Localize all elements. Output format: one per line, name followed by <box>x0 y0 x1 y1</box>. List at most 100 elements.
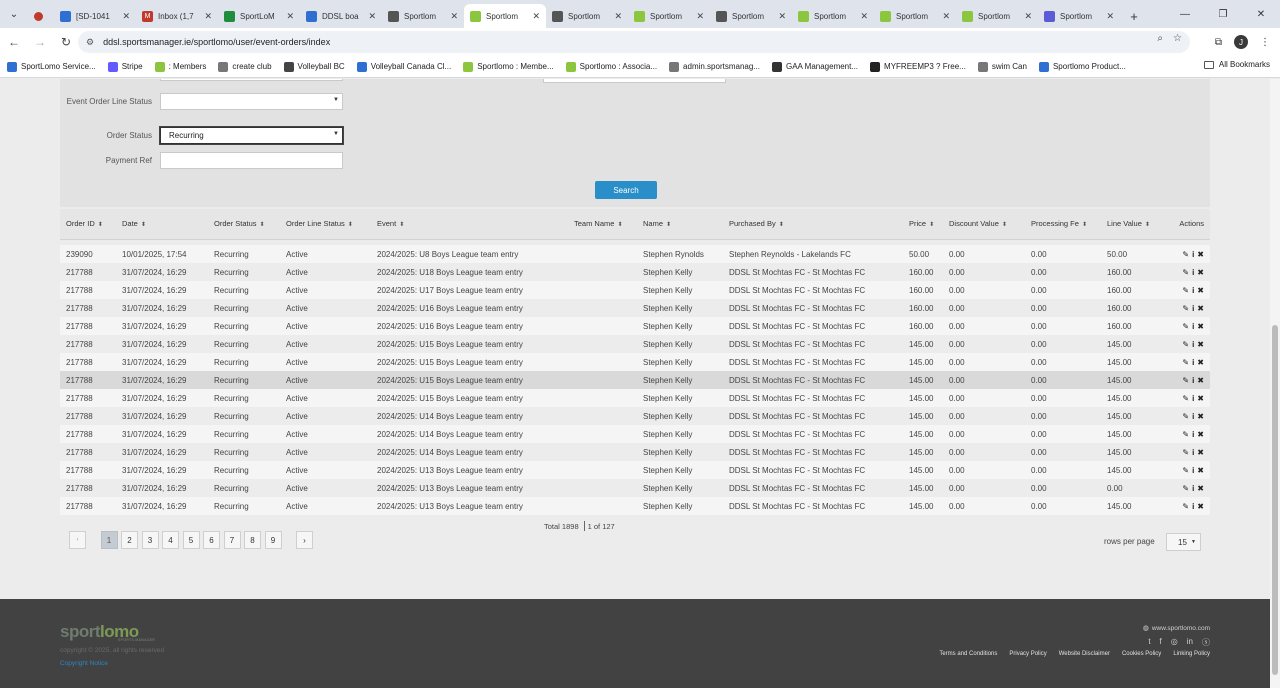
browser-tab[interactable]: Sportlom ✕ <box>792 4 874 28</box>
column-header[interactable]: Processing Fe ⬍ <box>1025 209 1101 240</box>
close-tab-icon[interactable]: ✕ <box>860 11 868 22</box>
page-button[interactable]: 8 <box>244 531 261 549</box>
column-header[interactable]: Line Value ⬍ <box>1101 209 1171 240</box>
info-icon[interactable]: i <box>1192 466 1194 475</box>
column-header[interactable]: Team Name ⬍ <box>568 209 637 240</box>
delete-icon[interactable]: ✖ <box>1197 304 1204 313</box>
info-icon[interactable]: i <box>1192 286 1194 295</box>
footer-link[interactable]: Terms and Conditions <box>939 651 997 657</box>
table-row[interactable]: 217788 31/07/2024, 16:29 Recurring Active 20… <box>60 263 1210 281</box>
browser-tab[interactable] <box>28 4 54 28</box>
edit-icon[interactable]: ✎ <box>1182 322 1189 331</box>
close-tab-icon[interactable]: ✕ <box>286 11 294 22</box>
column-header[interactable]: Order Status ⬍ <box>208 209 280 240</box>
column-header[interactable]: Order ID ⬍ <box>60 209 116 240</box>
table-row[interactable]: 217788 31/07/2024, 16:29 Recurring Active 20… <box>60 317 1210 335</box>
edit-icon[interactable]: ✎ <box>1182 502 1189 511</box>
payment-ref-input[interactable] <box>160 152 343 169</box>
delete-icon[interactable]: ✖ <box>1197 358 1204 367</box>
next-page-button[interactable]: › <box>296 531 313 549</box>
browser-tab[interactable]: Sportlom ✕ <box>874 4 956 28</box>
extensions-icon[interactable]: ⧉ <box>1215 37 1222 48</box>
close-tab-icon[interactable]: ✕ <box>1106 11 1114 22</box>
page-button[interactable]: 4 <box>162 531 179 549</box>
forward-icon[interactable]: → <box>28 30 52 54</box>
edit-icon[interactable]: ✎ <box>1182 412 1189 421</box>
sort-icon[interactable]: ⬍ <box>1082 222 1087 228</box>
new-tab-button[interactable]: + <box>1120 4 1148 28</box>
column-header[interactable]: Purchased By ⬍ <box>723 209 903 240</box>
table-row[interactable]: 217788 31/07/2024, 16:29 Recurring Active 20… <box>60 281 1210 299</box>
bookmark-star-icon[interactable]: ☆ <box>1173 33 1182 44</box>
sort-icon[interactable]: ⬍ <box>1002 222 1007 228</box>
close-tab-icon[interactable]: ✕ <box>778 11 786 22</box>
sort-icon[interactable]: ⬍ <box>399 222 404 228</box>
browser-tab[interactable]: Sportlom ✕ <box>628 4 710 28</box>
reload-icon[interactable]: ↻ <box>54 30 78 54</box>
minimize-icon[interactable]: — <box>1166 0 1204 28</box>
sort-icon[interactable]: ⬍ <box>929 222 934 228</box>
browser-tab[interactable]: Sportlom ✕ <box>546 4 628 28</box>
info-icon[interactable]: i <box>1192 412 1194 421</box>
close-tab-icon[interactable]: ✕ <box>614 11 622 22</box>
skype-icon[interactable]: ⓢ <box>1202 637 1210 648</box>
table-row[interactable]: 217788 31/07/2024, 16:29 Recurring Active 20… <box>60 353 1210 371</box>
close-tab-icon[interactable]: ✕ <box>942 11 950 22</box>
close-tab-icon[interactable]: ✕ <box>122 11 130 22</box>
edit-icon[interactable]: ✎ <box>1182 304 1189 313</box>
delete-icon[interactable]: ✖ <box>1197 322 1204 331</box>
order-status-select[interactable]: Recurring ▼ <box>160 127 343 144</box>
browser-menu-icon[interactable]: ⋮ <box>1260 37 1270 48</box>
bookmark-item[interactable]: GAA Management... <box>771 61 858 72</box>
prev-page-button[interactable]: ‹ <box>69 531 86 549</box>
zoom-icon[interactable]: ⌕ <box>1157 33 1163 44</box>
delete-icon[interactable]: ✖ <box>1197 412 1204 421</box>
close-tab-icon[interactable]: ✕ <box>204 11 212 22</box>
table-row[interactable]: 217788 31/07/2024, 16:29 Recurring Active 20… <box>60 461 1210 479</box>
browser-tab[interactable]: Sportlom ✕ <box>710 4 792 28</box>
browser-tab[interactable]: DDSL boa ✕ <box>300 4 382 28</box>
all-bookmarks-button[interactable]: All Bookmarks <box>1203 60 1270 69</box>
delete-icon[interactable]: ✖ <box>1197 448 1204 457</box>
url-field[interactable]: ⚙ ddsl.sportsmanager.ie/sportlomo/user/e… <box>78 31 1190 53</box>
info-icon[interactable]: i <box>1192 322 1194 331</box>
edit-icon[interactable]: ✎ <box>1182 268 1189 277</box>
edit-icon[interactable]: ✎ <box>1182 250 1189 259</box>
table-row[interactable]: 217788 31/07/2024, 16:29 Recurring Active 20… <box>60 407 1210 425</box>
page-button[interactable]: 7 <box>223 531 241 549</box>
bookmark-item[interactable]: MYFREEMP3 ? Free... <box>870 61 966 72</box>
twitter-icon[interactable]: t <box>1148 637 1150 648</box>
linkedin-icon[interactable]: in <box>1187 637 1193 648</box>
browser-tab[interactable]: Sportlom ✕ <box>1038 4 1120 28</box>
table-row[interactable]: 217788 31/07/2024, 16:29 Recurring Active 20… <box>60 497 1210 515</box>
info-icon[interactable]: i <box>1192 358 1194 367</box>
table-row[interactable]: 217788 31/07/2024, 16:29 Recurring Active 20… <box>60 389 1210 407</box>
delete-icon[interactable]: ✖ <box>1197 286 1204 295</box>
delete-icon[interactable]: ✖ <box>1197 502 1204 511</box>
table-row[interactable]: 217788 31/07/2024, 16:29 Recurring Active 20… <box>60 335 1210 353</box>
info-icon[interactable]: i <box>1192 268 1194 277</box>
sort-icon[interactable]: ⬍ <box>98 222 103 228</box>
close-tab-icon[interactable]: ✕ <box>532 11 540 22</box>
info-icon[interactable]: i <box>1192 250 1194 259</box>
footer-link[interactable]: Linking Policy <box>1173 651 1210 657</box>
page-button[interactable]: 1 <box>100 531 118 549</box>
web-icon[interactable]: ◎ <box>1171 637 1178 648</box>
footer-link[interactable]: Website Disclaimer <box>1059 651 1110 657</box>
info-icon[interactable]: i <box>1192 430 1194 439</box>
info-icon[interactable]: i <box>1192 376 1194 385</box>
column-header[interactable]: Name ⬍ <box>637 209 723 240</box>
event-order-line-status-select[interactable]: ▼ <box>160 93 343 110</box>
truncated-filter-field[interactable] <box>160 79 343 81</box>
edit-icon[interactable]: ✎ <box>1182 394 1189 403</box>
edit-icon[interactable]: ✎ <box>1182 376 1189 385</box>
sort-icon[interactable]: ⬍ <box>779 222 784 228</box>
table-row[interactable]: 217788 31/07/2024, 16:29 Recurring Active 20… <box>60 425 1210 443</box>
browser-tab[interactable]: M Inbox (1,7 ✕ <box>136 4 218 28</box>
delete-icon[interactable]: ✖ <box>1197 340 1204 349</box>
sort-icon[interactable]: ⬍ <box>666 222 671 228</box>
scrollbar-thumb[interactable] <box>1272 325 1278 675</box>
page-scrollbar[interactable] <box>1270 79 1280 688</box>
bookmark-item[interactable]: Stripe <box>107 61 143 72</box>
browser-tab[interactable]: SportLoM ✕ <box>218 4 300 28</box>
